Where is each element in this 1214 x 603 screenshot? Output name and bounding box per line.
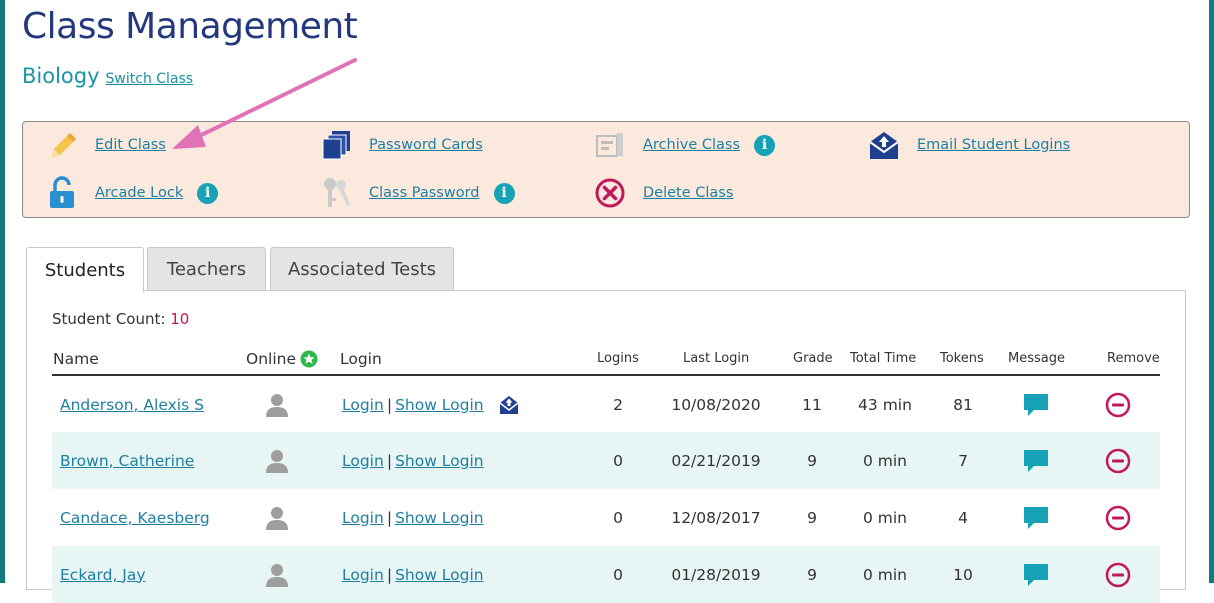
tokens-value: 81: [953, 395, 973, 414]
archive-class-info-icon[interactable]: i: [754, 134, 776, 156]
total-time-value: 0 min: [862, 508, 908, 527]
table-row: Eckard, Jay Login | Show Login 0 01/28/2019 9 0…: [52, 546, 1160, 603]
lock-icon: [45, 176, 79, 210]
window-frame-left: [0, 0, 5, 583]
column-header-login: Login: [340, 350, 382, 368]
column-header-grade[interactable]: Grade: [793, 351, 833, 366]
show-login-link[interactable]: Show Login: [395, 452, 484, 470]
class-password-info-icon[interactable]: i: [493, 182, 515, 204]
email-student-logins-link[interactable]: Email Student Logins: [917, 137, 1070, 153]
last-login-date: 02/21/2019: [671, 451, 761, 470]
logins-count: 0: [613, 508, 623, 527]
class-name: Biology: [22, 64, 100, 88]
show-login-link[interactable]: Show Login: [395, 509, 484, 527]
message-bubble-icon[interactable]: [1022, 392, 1050, 418]
tab-associated-tests[interactable]: Associated Tests: [270, 247, 454, 291]
edit-class-action: Edit Class: [45, 128, 166, 162]
link-separator: |: [386, 565, 393, 584]
arcade-lock-link[interactable]: Arcade Lock: [95, 185, 183, 201]
total-time-value: 0 min: [862, 565, 908, 584]
user-offline-icon: [264, 448, 290, 474]
remove-student-icon[interactable]: [1105, 392, 1131, 418]
link-separator: |: [386, 451, 393, 470]
login-link[interactable]: Login: [342, 566, 384, 584]
email-student-logins-action: Email Student Logins: [867, 128, 1070, 162]
last-login-date: 10/08/2020: [671, 395, 761, 414]
pencil-icon: [45, 128, 79, 162]
user-offline-icon: [264, 392, 290, 418]
grade-value: 11: [802, 395, 822, 414]
arcade-lock-info-icon[interactable]: i: [197, 182, 219, 204]
student-name-link[interactable]: Eckard, Jay: [60, 566, 146, 584]
login-link[interactable]: Login: [342, 509, 384, 527]
link-separator: |: [386, 508, 393, 527]
login-link[interactable]: Login: [342, 452, 384, 470]
tokens-value: 10: [953, 565, 973, 584]
tokens-value: 4: [958, 508, 968, 527]
tab-students[interactable]: Students: [26, 247, 144, 292]
arcade-lock-action: Arcade Lock i: [45, 176, 219, 210]
message-bubble-icon[interactable]: [1022, 448, 1050, 474]
logins-count: 0: [613, 451, 623, 470]
tab-teachers[interactable]: Teachers: [147, 247, 266, 291]
column-header-name[interactable]: Name: [53, 350, 99, 368]
total-time-value: 43 min: [858, 395, 912, 414]
show-login-link[interactable]: Show Login: [395, 566, 484, 584]
archive-icon: [593, 128, 627, 162]
window-frame-right: [1209, 0, 1214, 583]
archive-class-action: Archive Class i: [593, 128, 776, 162]
remove-student-icon[interactable]: [1105, 448, 1131, 474]
remove-student-icon[interactable]: [1105, 505, 1131, 531]
logins-count: 2: [613, 395, 623, 414]
column-header-logins[interactable]: Logins: [597, 351, 639, 366]
student-count-label: Student Count:: [52, 310, 166, 328]
grade-value: 9: [807, 565, 817, 584]
student-name-link[interactable]: Anderson, Alexis S: [60, 396, 204, 414]
column-header-tokens[interactable]: Tokens: [940, 351, 984, 366]
email-login-icon[interactable]: [498, 394, 520, 416]
delete-x-icon: [593, 176, 627, 210]
grade-value: 9: [807, 508, 817, 527]
user-offline-icon: [264, 562, 290, 588]
table-row: Candace, Kaesberg Login | Show Login 0 12/08/…: [52, 489, 1160, 546]
password-cards-link[interactable]: Password Cards: [369, 137, 483, 153]
keys-icon: [319, 176, 353, 210]
archive-class-link[interactable]: Archive Class: [643, 137, 740, 153]
table-row: Brown, Catherine Login | Show Login 0 02/21/2…: [52, 432, 1160, 489]
edit-class-link[interactable]: Edit Class: [95, 137, 166, 153]
message-bubble-icon[interactable]: [1022, 562, 1050, 588]
user-offline-icon: [264, 505, 290, 531]
link-separator: |: [386, 395, 393, 414]
grade-value: 9: [807, 451, 817, 470]
total-time-value: 0 min: [862, 451, 908, 470]
delete-class-link[interactable]: Delete Class: [643, 185, 733, 201]
tokens-value: 7: [958, 451, 968, 470]
annotation-arrow-icon: [172, 58, 357, 149]
student-count: Student Count: 10: [52, 310, 189, 328]
message-bubble-icon[interactable]: [1022, 505, 1050, 531]
delete-class-action: Delete Class: [593, 176, 733, 210]
column-header-online: Online: [246, 350, 318, 368]
class-password-link[interactable]: Class Password: [369, 185, 480, 201]
envelope-upload-icon: [867, 128, 901, 162]
online-star-icon: [300, 350, 318, 368]
page-title: Class Management: [22, 6, 358, 47]
column-header-online-label: Online: [246, 350, 296, 368]
last-login-date: 12/08/2017: [671, 508, 761, 527]
table-row: Anderson, Alexis S Login | Show Login 2 10/08…: [52, 376, 1160, 433]
column-header-message: Message: [1008, 351, 1065, 366]
column-header-remove: Remove: [1107, 351, 1160, 366]
column-header-total-time[interactable]: Total Time: [850, 351, 916, 366]
remove-student-icon[interactable]: [1105, 562, 1131, 588]
student-name-link[interactable]: Candace, Kaesberg: [60, 509, 210, 527]
student-count-value: 10: [170, 310, 190, 328]
logins-count: 0: [613, 565, 623, 584]
column-header-last-login[interactable]: Last Login: [683, 351, 749, 366]
login-link[interactable]: Login: [342, 396, 384, 414]
show-login-link[interactable]: Show Login: [395, 396, 484, 414]
last-login-date: 01/28/2019: [671, 565, 761, 584]
class-password-action: Class Password i: [319, 176, 515, 210]
student-name-link[interactable]: Brown, Catherine: [60, 452, 194, 470]
